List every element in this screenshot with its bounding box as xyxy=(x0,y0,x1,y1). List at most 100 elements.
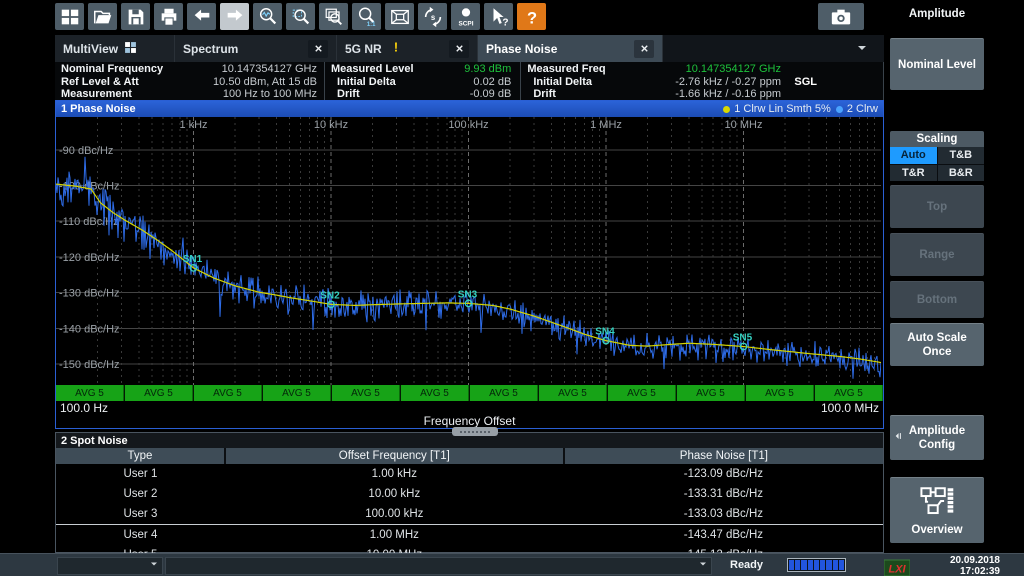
svg-text:-120 dBc/Hz: -120 dBc/Hz xyxy=(59,252,120,264)
avg-count-segment: AVG 5 xyxy=(125,385,193,401)
date-time-display: 20.09.2018 17:02:39 xyxy=(950,555,1000,576)
softkey-range[interactable]: Range xyxy=(890,233,984,276)
svg-text:1 MHz: 1 MHz xyxy=(590,119,622,131)
softkey-menu-title: Amplitude xyxy=(890,8,984,20)
column-header: Type xyxy=(56,448,225,464)
tab-phase-noise[interactable]: Phase Noise xyxy=(478,35,663,62)
zoom-1to1-button[interactable]: 1:1 xyxy=(352,3,381,30)
scaling-option-bandr[interactable]: B&R xyxy=(938,165,985,182)
save-button[interactable] xyxy=(121,3,150,30)
redo-button[interactable] xyxy=(220,3,249,30)
toolbar: 1:1 s SCPI?? xyxy=(55,3,546,30)
softkey-bottom[interactable]: Bottom xyxy=(890,281,984,318)
chevron-down-icon xyxy=(697,557,709,575)
tab-overflow-chevron-down-icon[interactable] xyxy=(852,40,872,56)
softkey-auto-scale-once[interactable]: Auto Scale Once xyxy=(890,323,984,366)
average-count-bar: AVG 5AVG 5AVG 5AVG 5AVG 5AVG 5AVG 5AVG 5… xyxy=(56,385,883,401)
svg-text:SN4: SN4 xyxy=(595,327,615,338)
avg-count-segment: AVG 5 xyxy=(608,385,676,401)
window2-title: 2 Spot Noise xyxy=(61,435,128,447)
zoom-area-button[interactable] xyxy=(286,3,315,30)
channel-tab-bar: MultiViewSpectrum5G NR!Phase Noise xyxy=(55,35,884,62)
info-panel-1[interactable]: Nominal Frequency10.147354127 GHzRef Lev… xyxy=(55,62,325,101)
open-file-button[interactable] xyxy=(88,3,117,30)
softkey-sidebar: Amplitude Scaling AutoT&BT&RB&R Nominal … xyxy=(884,0,1024,553)
scaling-option-auto[interactable]: Auto xyxy=(890,147,937,164)
tab-5g-nr[interactable]: 5G NR! xyxy=(337,35,478,62)
screenshot-camera-button[interactable] xyxy=(818,3,864,30)
svg-text:?: ? xyxy=(526,9,536,27)
window-splitter-handle[interactable] xyxy=(452,427,498,436)
avg-count-segment: AVG 5 xyxy=(539,385,607,401)
tab-multiview[interactable]: MultiView xyxy=(55,35,175,62)
windows-logo-button[interactable] xyxy=(55,3,84,30)
zoom-multi-button[interactable] xyxy=(319,3,348,30)
status-bar: Ready LXI 20.09.2018 17:02:39 xyxy=(0,553,1024,576)
zoom-trace-icon xyxy=(257,6,279,28)
avg-count-segment: AVG 5 xyxy=(401,385,469,401)
progress-segment xyxy=(839,560,844,570)
table-row[interactable]: User 11.00 kHz-123.09 dBc/Hz xyxy=(56,464,883,484)
print-button[interactable] xyxy=(154,3,183,30)
tab-spectrum[interactable]: Spectrum xyxy=(175,35,337,62)
svg-text:SCPI: SCPI xyxy=(458,20,473,27)
grid-icon xyxy=(124,41,137,54)
legend-trace-1[interactable]: 1 Clrw Lin Smth 5% xyxy=(723,103,831,115)
trace-legend[interactable]: 1 Clrw Lin Smth 5% 2 Clrw xyxy=(723,103,878,115)
phase-noise-window-titlebar[interactable]: 1 Phase Noise 1 Clrw Lin Smth 5%2 Clrw xyxy=(56,101,883,117)
undo-icon xyxy=(191,6,213,28)
help-button[interactable]: ? xyxy=(517,3,546,30)
zoom-trace-button[interactable] xyxy=(253,3,282,30)
tab-close-button[interactable] xyxy=(449,40,469,58)
legend-trace-2[interactable]: 2 Clrw xyxy=(836,103,878,115)
scaling-group-label: Scaling xyxy=(890,131,984,147)
measurement-progress-bar xyxy=(787,558,846,572)
chevron-down-icon xyxy=(148,557,160,575)
spot-noise-window: 2 Spot Noise TypeOffset Frequency [T1]Ph… xyxy=(55,432,884,553)
progress-segment xyxy=(826,560,831,570)
status-dropdown-main[interactable] xyxy=(165,557,712,575)
sweep-refresh-icon: s xyxy=(422,6,444,28)
softkey-label: Nominal Level xyxy=(892,58,982,72)
tab-close-button[interactable] xyxy=(308,40,328,58)
softkey-nominal-level[interactable]: Nominal Level xyxy=(890,38,984,90)
svg-text:?: ? xyxy=(502,17,508,28)
svg-text:-140 dBc/Hz: -140 dBc/Hz xyxy=(59,323,120,335)
zoom-multi-icon xyxy=(323,6,345,28)
svg-text:SN5: SN5 xyxy=(733,333,753,344)
time-text: 17:02:39 xyxy=(950,566,1000,576)
softkey-top[interactable]: Top xyxy=(890,185,984,228)
phase-noise-chart[interactable]: 1 kHz10 kHz100 kHz1 MHz10 MHz-90 dBc/Hz-… xyxy=(56,117,883,385)
table-row[interactable]: User 3100.00 kHz-133.03 dBc/Hz xyxy=(56,504,883,525)
phase-noise-window: 1 Phase Noise 1 Clrw Lin Smth 5%2 Clrw 1… xyxy=(55,100,884,429)
x-start-label: 100.0 Hz xyxy=(60,402,108,415)
open-file-icon xyxy=(92,6,114,28)
softkey-amplitude-config[interactable]: Amplitude Config xyxy=(890,415,984,460)
info-panel-3[interactable]: Measured Freq10.147354127 GHzInitial Del… xyxy=(521,62,884,101)
tab-close-button[interactable] xyxy=(634,40,654,58)
scpi-recorder-icon: SCPI xyxy=(455,6,477,28)
status-ready-text: Ready xyxy=(730,559,763,571)
analyzer-screen: 1:1 s SCPI?? MultiViewSpectrum5G NR!Phase … xyxy=(0,0,1024,576)
svg-text:1:1: 1:1 xyxy=(366,22,375,28)
display-frame-button[interactable] xyxy=(385,3,414,30)
softkey-label: Overview xyxy=(911,523,962,537)
x-stop-label: 100.0 MHz xyxy=(821,402,879,415)
svg-text:10 kHz: 10 kHz xyxy=(314,119,348,131)
status-dropdown-left[interactable] xyxy=(57,557,163,575)
info-panel-2[interactable]: Measured Level9.93 dBmInitial Delta0.02 … xyxy=(325,62,521,101)
table-row[interactable]: User 41.00 MHz-143.47 dBc/Hz xyxy=(56,525,883,546)
sweep-refresh-button[interactable]: s xyxy=(418,3,447,30)
lxi-logo-icon: LXI xyxy=(884,558,910,576)
avg-count-segment: AVG 5 xyxy=(263,385,331,401)
context-help-button[interactable]: ? xyxy=(484,3,513,30)
scpi-recorder-button[interactable]: SCPI xyxy=(451,3,480,30)
softkey-overview[interactable]: Overview xyxy=(890,477,984,543)
scaling-option-tandb[interactable]: T&B xyxy=(938,147,985,164)
scaling-option-tandr[interactable]: T&R xyxy=(890,165,937,182)
table-row[interactable]: User 210.00 kHz-133.31 dBc/Hz xyxy=(56,484,883,504)
softkey-label: Top xyxy=(921,200,953,214)
svg-text:LXI: LXI xyxy=(888,564,906,576)
undo-button[interactable] xyxy=(187,3,216,30)
avg-count-segment: AVG 5 xyxy=(56,385,124,401)
